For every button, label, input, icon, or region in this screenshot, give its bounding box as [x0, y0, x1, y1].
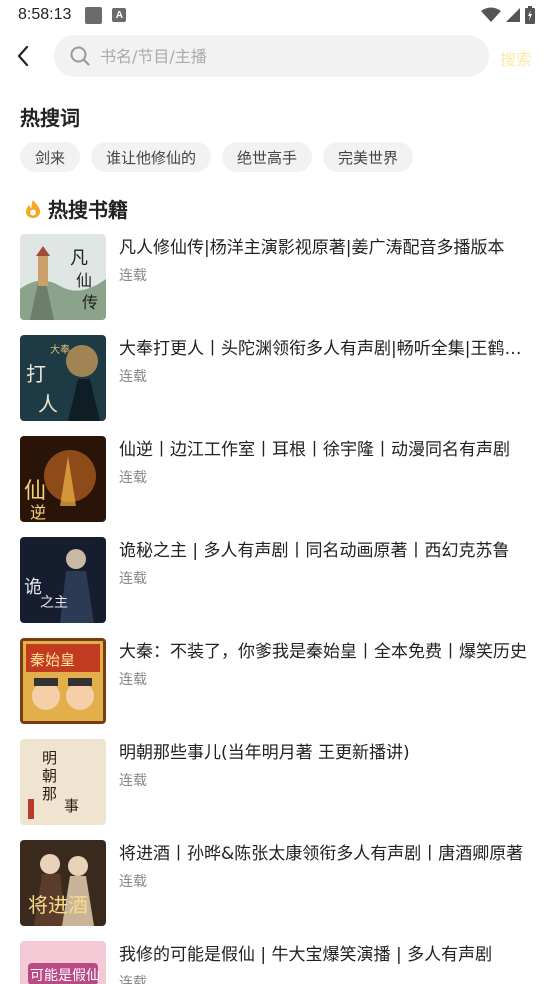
- hot-word-chip[interactable]: 谁让他修仙的: [91, 142, 212, 172]
- status-time: 8:58:13: [18, 6, 72, 23]
- hot-word-chip[interactable]: 完美世界: [323, 142, 414, 172]
- book-item[interactable]: 凡 仙 传 凡人修仙传|杨洋主演影视原著|姜广涛配音多播版本 连载: [0, 234, 553, 324]
- book-title: 大奉打更人丨头陀渊领衔多人有声剧|畅听全集|王鹤棣主演剧版原著: [119, 339, 529, 359]
- svg-text:可能是假仙: 可能是假仙: [30, 968, 100, 984]
- svg-text:之主: 之主: [40, 595, 68, 611]
- signal-icon: [506, 8, 520, 22]
- book-status: 连载: [119, 268, 147, 284]
- book-title: 仙逆丨边江工作室丨耳根丨徐宇隆丨动漫同名有声剧: [119, 440, 510, 460]
- book-title: 诡秘之主 | 多人有声剧丨同名动画原著丨西幻克苏鲁: [119, 541, 510, 561]
- book-item[interactable]: 可能是假仙 我修的可能是假仙 | 牛大宝爆笑演播 | 多人有声剧 连载: [0, 941, 553, 984]
- svg-text:大奉: 大奉: [50, 343, 70, 356]
- book-item[interactable]: 秦始皇 大秦：不装了，你爹我是秦始皇丨全本免费丨爆笑历史 连载: [0, 638, 553, 728]
- book-item[interactable]: 诡 之主 诡秘之主 | 多人有声剧丨同名动画原著丨西幻克苏鲁 连载: [0, 537, 553, 627]
- svg-text:明: 明: [42, 749, 57, 767]
- svg-text:那: 那: [42, 785, 57, 803]
- book-status: 连载: [119, 470, 147, 486]
- book-title: 凡人修仙传|杨洋主演影视原著|姜广涛配音多播版本: [119, 238, 505, 258]
- book-cover: 打 人 大奉: [20, 335, 106, 421]
- svg-text:凡: 凡: [70, 248, 88, 269]
- hot-word-chip[interactable]: 绝世高手: [222, 142, 313, 172]
- status-icons: [481, 6, 535, 24]
- hot-word-chip[interactable]: 剑来: [20, 142, 81, 172]
- search-icon: [70, 46, 90, 66]
- book-status: 连载: [119, 672, 147, 688]
- hot-words-list: 剑来 谁让他修仙的 绝世高手 完美世界: [20, 142, 414, 172]
- book-cover: 诡 之主: [20, 537, 106, 623]
- book-cover: 将进酒: [20, 840, 106, 926]
- book-item[interactable]: 仙 逆 仙逆丨边江工作室丨耳根丨徐宇隆丨动漫同名有声剧 连载: [0, 436, 553, 526]
- flame-icon: [26, 199, 40, 218]
- svg-text:事: 事: [64, 797, 79, 815]
- book-status: 连载: [119, 571, 147, 587]
- book-title: 大秦：不装了，你爹我是秦始皇丨全本免费丨爆笑历史: [119, 642, 527, 662]
- svg-text:将进酒: 将进酒: [28, 893, 88, 917]
- svg-text:朝: 朝: [42, 767, 57, 785]
- chevron-left-icon: [17, 45, 29, 67]
- book-title: 明朝那些事儿(当年明月著 王更新播讲): [119, 743, 410, 763]
- status-bar: 8:58:13 A: [0, 0, 553, 30]
- wifi-icon: [481, 7, 501, 22]
- svg-text:打: 打: [26, 362, 46, 386]
- hot-books-header: 热搜书籍: [24, 194, 128, 223]
- book-status: 连载: [119, 773, 147, 789]
- book-cover: 明 朝 那 事: [20, 739, 106, 825]
- book-status: 连载: [119, 874, 147, 890]
- hot-books-title: 热搜书籍: [48, 198, 128, 222]
- hot-words-title: 热搜词: [20, 106, 80, 130]
- svg-text:人: 人: [38, 392, 58, 416]
- book-cover: 秦始皇: [20, 638, 106, 724]
- book-item[interactable]: 打 人 大奉 大奉打更人丨头陀渊领衔多人有声剧|畅听全集|王鹤棣主演剧版原著 连…: [0, 335, 553, 425]
- notification-square-icon: [85, 6, 103, 24]
- search-box[interactable]: [54, 35, 489, 77]
- book-cover: 凡 仙 传: [20, 234, 106, 320]
- svg-text:秦始皇: 秦始皇: [30, 651, 75, 669]
- book-title: 我修的可能是假仙 | 牛大宝爆笑演播 | 多人有声剧: [119, 945, 493, 965]
- search-button[interactable]: 搜索: [500, 46, 532, 70]
- notification-a-icon: A: [112, 8, 127, 22]
- search-row: 搜索: [0, 34, 553, 78]
- book-status: 连载: [119, 369, 147, 385]
- back-button[interactable]: [8, 40, 38, 72]
- svg-text:逆: 逆: [30, 503, 46, 522]
- svg-text:仙: 仙: [24, 479, 46, 504]
- book-title: 将进酒丨孙晔&陈张太康领衔多人有声剧丨唐酒卿原著: [119, 844, 524, 864]
- battery-icon: [525, 6, 535, 24]
- search-input[interactable]: [100, 46, 460, 66]
- book-item[interactable]: 将进酒 将进酒丨孙晔&陈张太康领衔多人有声剧丨唐酒卿原著 连载: [0, 840, 553, 930]
- book-status: 连载: [119, 975, 147, 984]
- book-item[interactable]: 明 朝 那 事 明朝那些事儿(当年明月著 王更新播讲) 连载: [0, 739, 553, 829]
- book-cover: 仙 逆: [20, 436, 106, 522]
- book-cover: 可能是假仙: [20, 941, 106, 984]
- svg-text:仙: 仙: [76, 271, 92, 290]
- svg-text:传: 传: [82, 293, 98, 312]
